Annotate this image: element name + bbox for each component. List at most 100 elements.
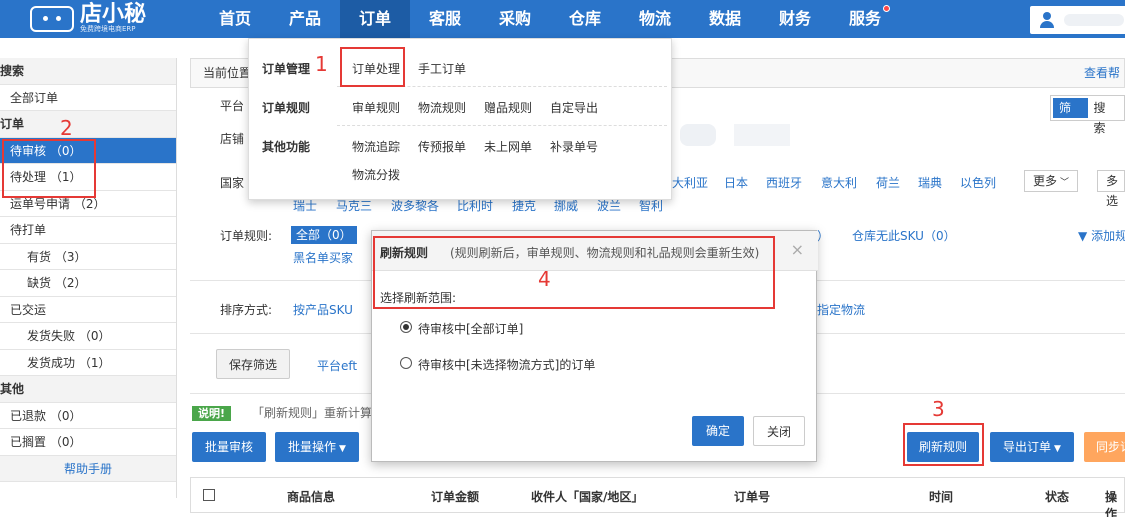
sidebar-item-ship-fail[interactable]: 发货失败 （0） — [0, 323, 176, 350]
nav-finance[interactable]: 财务 — [760, 0, 830, 38]
sidebar-item-in-stock[interactable]: 有货 （3） — [0, 244, 176, 270]
col-order-amount: 订单金额 — [431, 490, 480, 504]
sidebar-item-out-of-stock[interactable]: 缺货 （2） — [0, 270, 176, 297]
col-actions: 操作 — [1105, 490, 1118, 517]
nav-orders[interactable]: 订单 — [340, 0, 410, 38]
menu-item-logistics-split[interactable]: 物流分拨 — [352, 166, 400, 183]
annotation-number-3: 3 — [932, 397, 945, 421]
country-israel[interactable]: 以色列 — [960, 174, 996, 191]
confirm-button[interactable]: 确定 — [692, 416, 744, 446]
annotation-box-2 — [2, 139, 96, 198]
menu-item-logistics-track[interactable]: 物流追踪 — [352, 138, 400, 155]
multi-select-button[interactable]: 多选 — [1097, 170, 1125, 208]
country-netherlands[interactable]: 荷兰 — [876, 174, 900, 191]
nav-data[interactable]: 数据 — [690, 0, 760, 38]
sidebar-item-shipped[interactable]: 已交运 — [0, 297, 176, 323]
filter-platform-label: 平台 — [220, 99, 245, 113]
menu-group-other: 其他功能 — [262, 140, 311, 154]
menu-item-pre-declare[interactable]: 传预报单 — [418, 138, 466, 155]
breadcrumb-label: 当前位置 — [203, 66, 252, 80]
sync-orders-button[interactable]: 同步订 — [1084, 432, 1125, 462]
select-all-checkbox[interactable] — [203, 489, 215, 501]
scope-all-label[interactable]: 待审核中[全部订单] — [418, 320, 523, 337]
export-orders-button[interactable]: 导出订单 ▼ — [990, 432, 1074, 462]
paren-close-text: ） — [817, 229, 830, 243]
top-nav-bar: 店小秘 免费跨境电商ERP 首页 产品 订单 客服 采购 仓库 物流 数据 财务… — [0, 0, 1125, 38]
menu-group-order-rules: 订单规则 — [262, 101, 311, 115]
batch-ops-label: 批量操作 — [288, 440, 337, 454]
main-nav: 首页 产品 订单 客服 采购 仓库 物流 数据 财务 服务 — [200, 0, 900, 38]
batch-ops-button[interactable]: 批量操作 ▼ — [275, 432, 359, 462]
caret-down-icon: ▼ — [339, 444, 346, 454]
col-order-number: 订单号 — [734, 490, 771, 504]
close-button[interactable]: 关闭 — [753, 416, 805, 446]
country-italy[interactable]: 意大利 — [821, 174, 857, 191]
nav-products[interactable]: 产品 — [270, 0, 340, 38]
sort-label: 排序方式: — [220, 303, 273, 317]
order-table-header: 商品信息 订单金额 收件人「国家/地区」 订单号 时间 状态 操作 — [190, 477, 1125, 517]
country-japan[interactable]: 日本 — [724, 174, 748, 191]
annotation-box-4 — [373, 236, 775, 309]
sidebar-item-all-orders[interactable]: 全部订单 — [0, 85, 176, 111]
scope-all-radio[interactable] — [400, 321, 412, 333]
platform-sort-link[interactable]: 平台eft — [317, 357, 357, 374]
menu-divider — [337, 125, 667, 126]
view-help-link[interactable]: 查看帮 — [1084, 59, 1120, 87]
more-countries-dropdown[interactable]: 更多 ﹀ — [1024, 170, 1079, 192]
no-sku-link[interactable]: 仓库无此SKU（0） — [852, 227, 956, 244]
menu-item-not-online[interactable]: 未上网单 — [484, 138, 532, 155]
nav-warehouse[interactable]: 仓库 — [550, 0, 620, 38]
order-rules-all[interactable]: 全部（0） — [291, 226, 357, 244]
save-filter-button[interactable]: 保存筛选 — [216, 349, 290, 379]
annotation-number-1: 1 — [315, 52, 328, 76]
sidebar-item-refunded[interactable]: 已退款 （0） — [0, 403, 176, 429]
sidebar-item-on-hold[interactable]: 已搁置 （0） — [0, 429, 176, 456]
tip-badge: 说明! — [192, 406, 232, 421]
add-rule-label: 添加规 — [1091, 229, 1125, 243]
menu-item-gift-rules[interactable]: 赠品规则 — [484, 99, 532, 116]
menu-group-order-mgmt: 订单管理 — [262, 62, 311, 76]
tab-search[interactable]: 搜索 — [1088, 98, 1123, 135]
close-icon[interactable]: × — [791, 240, 804, 259]
annotation-box-1 — [340, 47, 405, 87]
notification-dot — [883, 5, 890, 12]
filter-country-label: 国家 — [220, 176, 245, 190]
sidebar-item-to-print[interactable]: 待打单 — [0, 217, 176, 244]
sidebar: 搜索 全部订单 订单 待审核 （0） 待处理 （1） 运单号申请 （2） 待打单… — [0, 58, 177, 498]
sidebar-head-other: 其他 — [0, 376, 176, 403]
annotation-number-2: 2 — [60, 116, 73, 140]
col-recipient: 收件人「国家/地区」 — [531, 490, 644, 504]
menu-item-logistics-rules[interactable]: 物流规则 — [418, 99, 466, 116]
nav-home[interactable]: 首页 — [200, 0, 270, 38]
country-sweden[interactable]: 瑞典 — [918, 174, 942, 191]
scope-no-logistics-radio[interactable] — [400, 357, 412, 369]
sidebar-help-link[interactable]: 帮助手册 — [0, 455, 176, 482]
menu-item-manual-order[interactable]: 手工订单 — [418, 60, 466, 77]
menu-item-review-rules[interactable]: 审单规则 — [352, 99, 400, 116]
col-product-info: 商品信息 — [287, 490, 336, 504]
scope-no-logistics-label[interactable]: 待审核中[未选择物流方式]的订单 — [418, 356, 595, 373]
nav-customer-service[interactable]: 客服 — [410, 0, 480, 38]
filter-icon: ▼ — [1078, 229, 1088, 243]
user-menu[interactable] — [1030, 6, 1125, 34]
multi-select-label: 多选 — [1106, 174, 1119, 208]
add-rule-link[interactable]: ▼ 添加规 — [1078, 227, 1125, 244]
nav-purchase[interactable]: 采购 — [480, 0, 550, 38]
blacklist-buyer-link[interactable]: 黑名单买家 — [293, 249, 353, 266]
country-australia[interactable]: 大利亚 — [672, 174, 708, 191]
chevron-down-icon: ﹀ — [1060, 178, 1070, 188]
tab-filter[interactable]: 筛选 — [1053, 98, 1088, 135]
nav-services[interactable]: 服务 — [830, 0, 900, 38]
nav-logistics[interactable]: 物流 — [620, 0, 690, 38]
logo-icon — [30, 6, 74, 32]
sort-by-sku[interactable]: 按产品SKU — [293, 301, 353, 318]
country-spain[interactable]: 西班牙 — [766, 174, 802, 191]
menu-item-add-tracking[interactable]: 补录单号 — [550, 138, 598, 155]
batch-review-button[interactable]: 批量审核 — [192, 432, 266, 462]
user-icon — [1040, 12, 1054, 28]
logo[interactable]: 店小秘 免费跨境电商ERP — [30, 0, 146, 38]
sidebar-item-ship-success[interactable]: 发货成功 （1） — [0, 350, 176, 376]
tip-text: 「刷新规则」重新计算 — [252, 406, 373, 420]
menu-item-custom-export[interactable]: 自定导出 — [550, 99, 598, 116]
filter-store-label: 店铺 — [220, 132, 245, 146]
